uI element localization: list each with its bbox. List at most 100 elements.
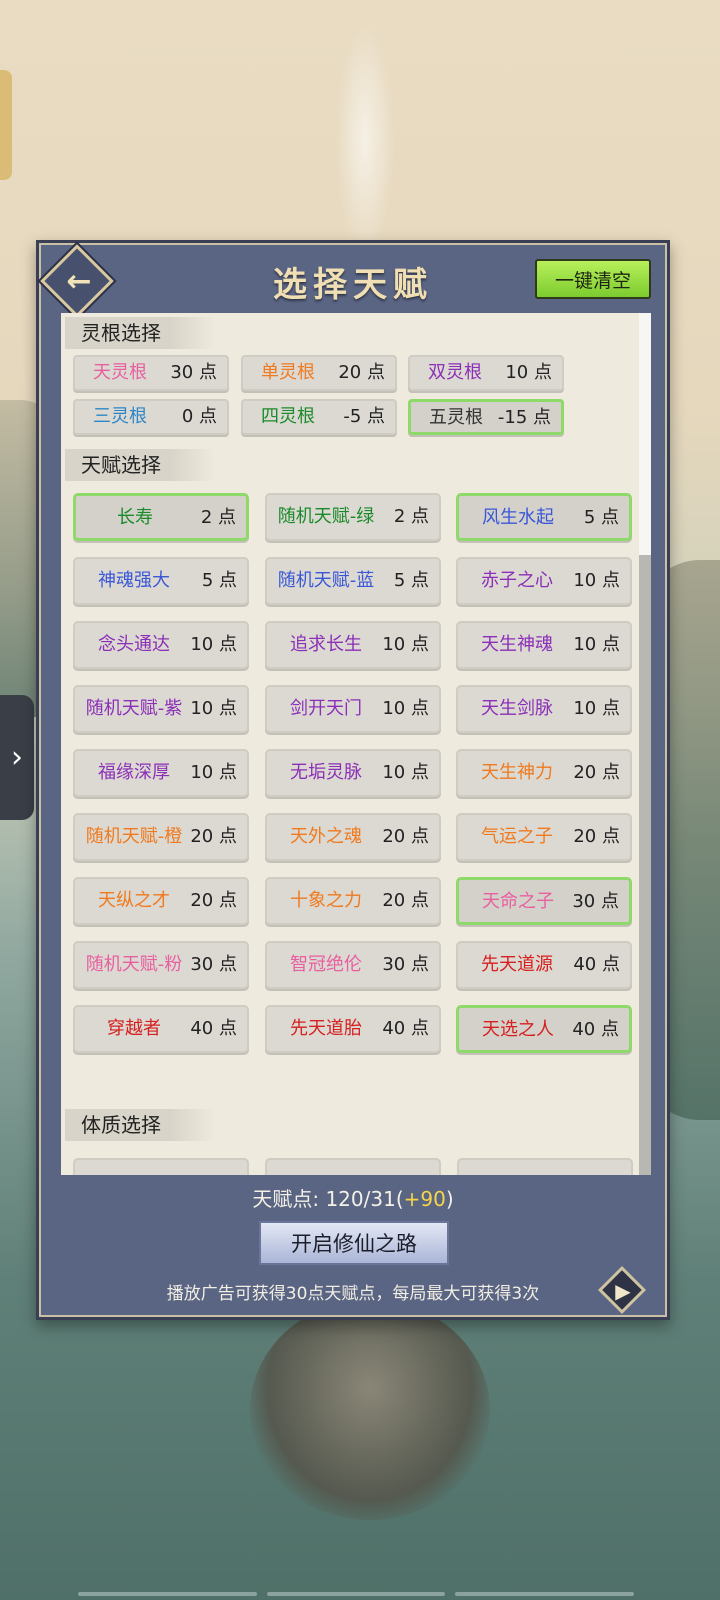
root-option-points: 30 点: [170, 362, 217, 383]
scroll-content[interactable]: 灵根选择 天灵根 30 点单灵根 20 点双灵根 10 点三灵根 0 点四灵根 -5 点五…: [61, 313, 651, 1175]
root-option-points: -5 点: [343, 406, 385, 427]
section-title-body: 体质选择: [65, 1109, 215, 1141]
talent-option[interactable]: 天生神力 20 点: [456, 749, 632, 797]
talent-option[interactable]: 天生剑脉 10 点: [456, 685, 632, 733]
talent-option-name: 智冠绝伦: [290, 954, 362, 975]
points-label: 天赋点:: [252, 1187, 320, 1211]
talent-option-points: 10 点: [382, 698, 429, 719]
root-option-points: 10 点: [505, 362, 552, 383]
talent-option-name: 天选之人: [482, 1019, 554, 1040]
talent-option[interactable]: 气运之子 20 点: [456, 813, 632, 861]
talent-option[interactable]: 随机天赋-粉 30 点: [73, 941, 249, 989]
talent-option-name: 天纵之才: [98, 890, 170, 911]
talent-option-name: 气运之子: [481, 826, 553, 847]
talent-option-name: 随机天赋-紫: [85, 698, 183, 719]
talent-option-points: 30 点: [572, 891, 619, 912]
talent-option-name: 剑开天门: [290, 698, 362, 719]
talent-option-points: 10 点: [573, 570, 620, 591]
play-icon: ▶: [615, 1279, 631, 1303]
body-option[interactable]: [73, 1158, 249, 1175]
talent-option-name: 风生水起: [482, 507, 554, 528]
start-cultivation-button[interactable]: 开启修仙之路: [259, 1221, 449, 1265]
talent-option[interactable]: 天生神魂 10 点: [456, 621, 632, 669]
talent-option-points: 5 点: [583, 507, 619, 528]
body-option[interactable]: [265, 1158, 441, 1175]
talent-option-name: 十象之力: [290, 890, 362, 911]
points-bonus: +90: [403, 1187, 446, 1211]
talent-option-name: 天生神力: [481, 762, 553, 783]
root-option[interactable]: 四灵根 -5 点: [241, 399, 397, 435]
talent-option-name: 赤子之心: [481, 570, 553, 591]
talent-option[interactable]: 长寿 2 点: [73, 493, 249, 541]
root-option-name: 四灵根: [261, 406, 315, 427]
talent-option[interactable]: 天选之人 40 点: [456, 1005, 632, 1053]
talent-option-points: 30 点: [190, 954, 237, 975]
talent-option[interactable]: 十象之力 20 点: [265, 877, 441, 925]
smoke-decoration: [335, 20, 395, 260]
talent-option[interactable]: 追求长生 10 点: [265, 621, 441, 669]
scrollbar[interactable]: [639, 313, 651, 1175]
talent-option[interactable]: 先天道源 40 点: [456, 941, 632, 989]
talent-option[interactable]: 无垢灵脉 10 点: [265, 749, 441, 797]
talent-option[interactable]: 天命之子 30 点: [456, 877, 632, 925]
root-option[interactable]: 单灵根 20 点: [241, 355, 397, 391]
talent-option-name: 追求长生: [290, 634, 362, 655]
clear-all-button[interactable]: 一键清空: [535, 259, 651, 299]
ad-reward-note: 播放广告可获得30点天赋点，每局最大可获得3次: [166, 1284, 540, 1304]
talent-option-name: 念头通达: [98, 634, 170, 655]
body-options-peek: [73, 1158, 633, 1175]
talent-option-points: 2 点: [393, 506, 429, 527]
talent-option[interactable]: 剑开天门 10 点: [265, 685, 441, 733]
talent-select-panel: ← 选择天赋 一键清空 灵根选择 天灵根 30 点单灵根 20 点双灵根 10 点三灵…: [36, 240, 670, 1320]
talent-option-points: 10 点: [190, 762, 237, 783]
talent-option-points: 5 点: [393, 570, 429, 591]
talent-option[interactable]: 风生水起 5 点: [456, 493, 632, 541]
root-option-name: 单灵根: [261, 362, 315, 383]
body-option[interactable]: [457, 1158, 633, 1175]
talent-option[interactable]: 穿越者 40 点: [73, 1005, 249, 1053]
bottom-indicator: [78, 1592, 635, 1596]
left-edge-tab: [0, 70, 12, 180]
talent-option[interactable]: 念头通达 10 点: [73, 621, 249, 669]
root-option[interactable]: 天灵根 30 点: [73, 355, 229, 391]
root-option[interactable]: 三灵根 0 点: [73, 399, 229, 435]
talent-option-points: 40 点: [382, 1018, 429, 1039]
talent-option-name: 天外之魂: [290, 826, 362, 847]
talent-option[interactable]: 随机天赋-紫 10 点: [73, 685, 249, 733]
points-bonus-open: (: [395, 1187, 404, 1211]
talent-option[interactable]: 福缘深厚 10 点: [73, 749, 249, 797]
talent-option[interactable]: 天外之魂 20 点: [265, 813, 441, 861]
talent-option[interactable]: 智冠绝伦 30 点: [265, 941, 441, 989]
talent-option-points: 10 点: [382, 634, 429, 655]
talent-option-name: 天生剑脉: [481, 698, 553, 719]
talent-points-display: 天赋点: 120/31(+90): [39, 1183, 667, 1212]
talent-option-name: 无垢灵脉: [290, 762, 362, 783]
talent-option[interactable]: 先天道胎 40 点: [265, 1005, 441, 1053]
root-option-name: 双灵根: [428, 362, 482, 383]
talent-option[interactable]: 赤子之心 10 点: [456, 557, 632, 605]
talent-option-points: 20 点: [573, 762, 620, 783]
talent-option[interactable]: 随机天赋-橙 20 点: [73, 813, 249, 861]
root-option-points: -15 点: [497, 407, 551, 428]
talent-option[interactable]: 天纵之才 20 点: [73, 877, 249, 925]
talent-option-points: 10 点: [573, 698, 620, 719]
talent-option-points: 10 点: [573, 634, 620, 655]
talent-option-name: 天生神魂: [481, 634, 553, 655]
root-option[interactable]: 双灵根 10 点: [408, 355, 564, 391]
talent-option-points: 30 点: [382, 954, 429, 975]
talent-option-points: 40 点: [190, 1018, 237, 1039]
root-option[interactable]: 五灵根 -15 点: [408, 399, 564, 435]
talent-option-points: 20 点: [190, 826, 237, 847]
scroll-thumb[interactable]: [639, 313, 651, 555]
side-drawer-handle[interactable]: ›: [0, 695, 34, 820]
talent-option-points: 10 点: [190, 634, 237, 655]
root-option-name: 三灵根: [93, 406, 147, 427]
talent-option[interactable]: 神魂强大 5 点: [73, 557, 249, 605]
talent-option[interactable]: 随机天赋-绿 2 点: [265, 493, 441, 541]
talent-option[interactable]: 随机天赋-蓝 5 点: [265, 557, 441, 605]
talent-option-name: 福缘深厚: [98, 762, 170, 783]
panel-header: ← 选择天赋 一键清空: [39, 243, 667, 318]
talent-option-name: 随机天赋-蓝: [277, 570, 375, 591]
talent-option-points: 40 点: [572, 1019, 619, 1040]
talent-option-name: 天命之子: [482, 891, 554, 912]
